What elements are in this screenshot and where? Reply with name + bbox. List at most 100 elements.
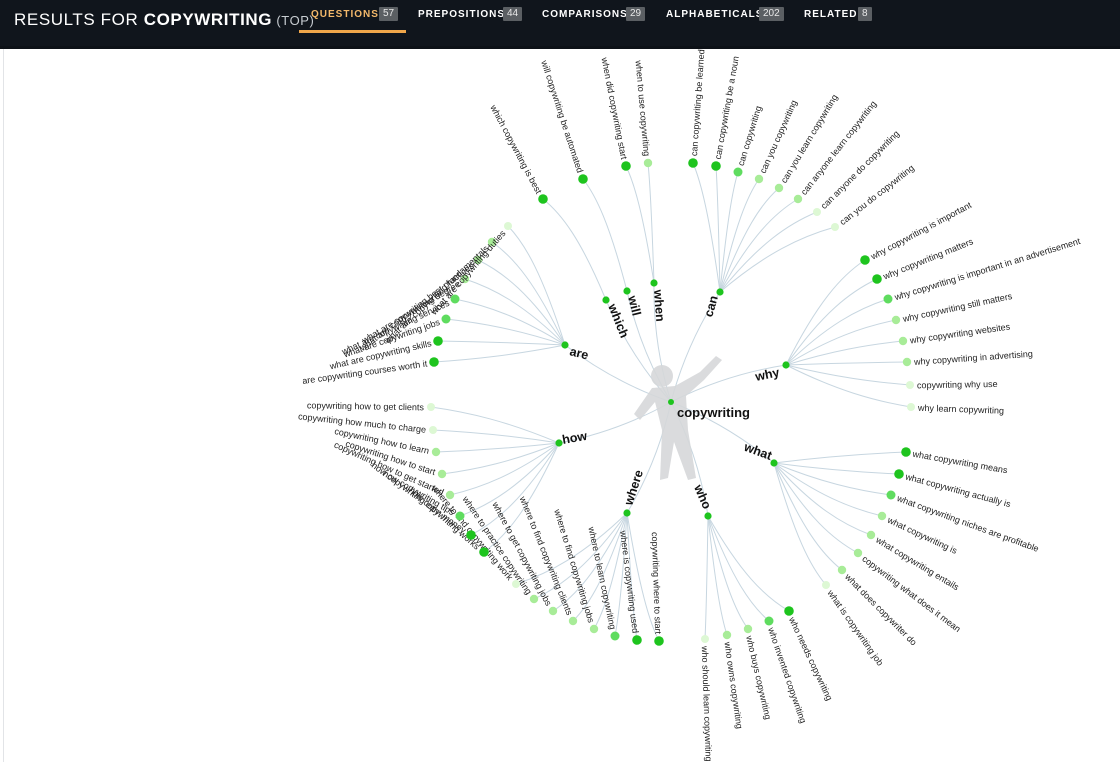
branch-hub-dot [704, 512, 712, 520]
question-dot[interactable] [793, 194, 803, 204]
question-dot[interactable] [632, 635, 642, 645]
question-dot[interactable] [466, 530, 476, 540]
question-dot[interactable] [610, 631, 620, 641]
question-label[interactable]: why learn copywriting [917, 403, 1004, 416]
question-label[interactable]: what copywriting means [911, 449, 1009, 476]
question-dot[interactable] [860, 255, 870, 265]
question-dot[interactable] [883, 294, 893, 304]
question-dot[interactable] [568, 616, 578, 626]
branch-hub-dot [561, 341, 569, 349]
question-label[interactable]: why copywriting still matters [901, 291, 1014, 324]
question-label[interactable]: can anyone learn copywriting [799, 99, 879, 197]
leaf-link-line [785, 298, 889, 366]
question-label[interactable]: why copywriting is important in an adver… [892, 236, 1081, 303]
question-dot[interactable] [455, 511, 465, 521]
question-dot[interactable] [831, 223, 839, 231]
question-label[interactable]: when did copywriting start [599, 56, 629, 161]
question-dot[interactable] [784, 606, 794, 616]
question-dot[interactable] [774, 183, 784, 193]
question-dot[interactable] [529, 594, 539, 604]
question-dot[interactable] [754, 174, 764, 184]
center-dot [668, 399, 674, 405]
question-dot[interactable] [901, 447, 911, 457]
branch-label-where[interactable]: where [621, 468, 646, 508]
branch-label-what[interactable]: what [741, 440, 774, 464]
question-dot[interactable] [822, 581, 830, 589]
branch-label-will[interactable]: will [625, 293, 644, 317]
leaf-link-line [707, 515, 749, 630]
question-dot[interactable] [853, 548, 863, 558]
question-label[interactable]: can copywriting be learned [689, 49, 706, 157]
branch-hub-dot [716, 288, 724, 296]
question-label[interactable]: copywriting how to get clients [307, 400, 425, 412]
question-dot[interactable] [437, 469, 447, 479]
question-dot[interactable] [654, 636, 664, 646]
question-dot[interactable] [427, 403, 435, 411]
question-dot[interactable] [504, 222, 512, 230]
leaf-link-line [435, 442, 560, 453]
question-dot[interactable] [813, 208, 821, 216]
question-dot[interactable] [872, 274, 882, 284]
question-dot[interactable] [431, 447, 441, 457]
question-dot[interactable] [433, 336, 443, 346]
leaf-link-line [582, 178, 628, 292]
question-dot[interactable] [764, 616, 774, 626]
question-dot[interactable] [441, 314, 451, 324]
branch-label-are[interactable]: are [568, 344, 590, 362]
question-dot[interactable] [701, 635, 709, 643]
branch-label-who[interactable]: who [691, 482, 715, 512]
question-label[interactable]: who owns copywriting [722, 640, 744, 729]
question-dot[interactable] [886, 490, 896, 500]
branch-label-how[interactable]: how [561, 429, 588, 447]
question-label[interactable]: what does copywriter do [842, 571, 918, 647]
question-label[interactable]: when to use copywriting [633, 59, 651, 157]
question-dot[interactable] [688, 158, 698, 168]
question-label[interactable]: can copywriting [736, 105, 764, 167]
question-dot[interactable] [548, 606, 558, 616]
leaf-link-line [719, 226, 836, 293]
branch-hub-dot [623, 509, 631, 517]
question-dot[interactable] [429, 426, 437, 434]
question-dot[interactable] [538, 194, 548, 204]
question-dot[interactable] [898, 336, 908, 346]
question-label[interactable]: can anyone do copywriting [819, 129, 901, 211]
question-dot[interactable] [877, 511, 887, 521]
question-label[interactable]: which copywriting is best [488, 102, 544, 195]
question-dot[interactable] [722, 630, 732, 640]
question-label[interactable]: will copywriting be automated [539, 58, 585, 174]
question-label[interactable]: why copywriting in advertising [913, 349, 1033, 367]
question-dot[interactable] [907, 403, 915, 411]
question-dot[interactable] [512, 580, 520, 588]
question-label[interactable]: copywriting why use [917, 379, 998, 390]
question-label[interactable]: can copywriting be a noun [713, 55, 741, 160]
question-label[interactable]: what are copywriting duties [428, 228, 508, 318]
question-label[interactable]: why copywriting is important [868, 200, 973, 262]
question-dot[interactable] [906, 381, 914, 389]
question-dot[interactable] [445, 490, 455, 500]
question-dot[interactable] [429, 357, 439, 367]
question-dot[interactable] [837, 565, 847, 575]
question-dot[interactable] [711, 161, 721, 171]
question-label[interactable]: why copywriting websites [908, 321, 1011, 345]
branch-label-can[interactable]: can [701, 294, 720, 319]
leaf-link-line [715, 165, 721, 293]
question-dot[interactable] [589, 624, 599, 634]
branch-label-when[interactable]: when [651, 288, 667, 322]
branch-label-why[interactable]: why [753, 365, 781, 384]
question-dot[interactable] [894, 469, 904, 479]
question-label[interactable]: who buys copywriting [744, 634, 773, 721]
question-label[interactable]: who should learn copywriting [700, 645, 714, 762]
leaf-link-line [437, 340, 566, 346]
question-dot[interactable] [743, 624, 753, 634]
question-label[interactable]: copywriting where to start [650, 532, 664, 635]
question-dot[interactable] [733, 167, 743, 177]
question-dot[interactable] [643, 158, 653, 168]
question-dot[interactable] [479, 547, 489, 557]
question-dot[interactable] [891, 315, 901, 325]
question-dot[interactable] [866, 530, 876, 540]
question-dot[interactable] [621, 161, 631, 171]
question-label[interactable]: what copywriting niches are profitable [895, 493, 1040, 554]
branch-hub-dot [623, 287, 631, 295]
question-dot[interactable] [902, 357, 912, 367]
question-dot[interactable] [578, 174, 588, 184]
